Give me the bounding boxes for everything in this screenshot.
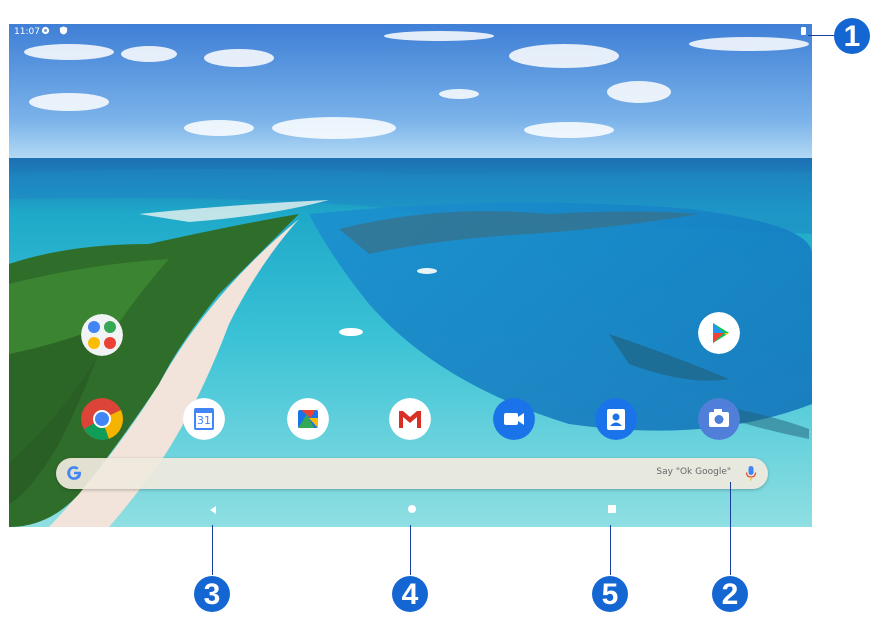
battery-icon [801, 27, 806, 35]
google-apps-folder-icon[interactable] [81, 314, 123, 356]
callout-4-line [410, 525, 411, 575]
recents-button[interactable] [608, 505, 616, 513]
google-g-icon [67, 466, 81, 480]
callout-2-line [730, 482, 731, 575]
status-bar: 11:07 [9, 24, 812, 40]
tablet-screen: 11:07 31 Say "Ok Google" [9, 24, 812, 527]
gmail-icon[interactable] [389, 398, 431, 440]
gear-icon [41, 26, 50, 35]
callout-4: 4 [392, 576, 428, 612]
beach-wallpaper [9, 24, 812, 527]
callout-5-line [610, 525, 611, 575]
contacts-icon[interactable] [595, 398, 637, 440]
microphone-icon[interactable] [745, 465, 757, 482]
callout-3-line [212, 525, 213, 575]
play-store-icon[interactable] [698, 312, 740, 354]
files-icon[interactable] [287, 398, 329, 440]
callout-5: 5 [592, 576, 628, 612]
shield-icon [59, 26, 68, 35]
calendar-day: 31 [197, 414, 211, 427]
duo-icon[interactable] [493, 398, 535, 440]
google-search-bar[interactable]: Say "Ok Google" [56, 458, 768, 489]
camera-icon[interactable] [698, 398, 740, 440]
status-time: 11:07 [14, 27, 40, 37]
callout-3: 3 [194, 576, 230, 612]
chrome-icon[interactable] [81, 398, 123, 440]
back-button[interactable] [210, 506, 216, 514]
callout-1-line [808, 35, 834, 36]
home-button[interactable] [408, 505, 416, 513]
calendar-icon[interactable]: 31 [183, 398, 225, 440]
callout-2: 2 [712, 576, 748, 612]
search-hint: Say "Ok Google" [656, 467, 731, 477]
callout-1: 1 [834, 18, 870, 54]
